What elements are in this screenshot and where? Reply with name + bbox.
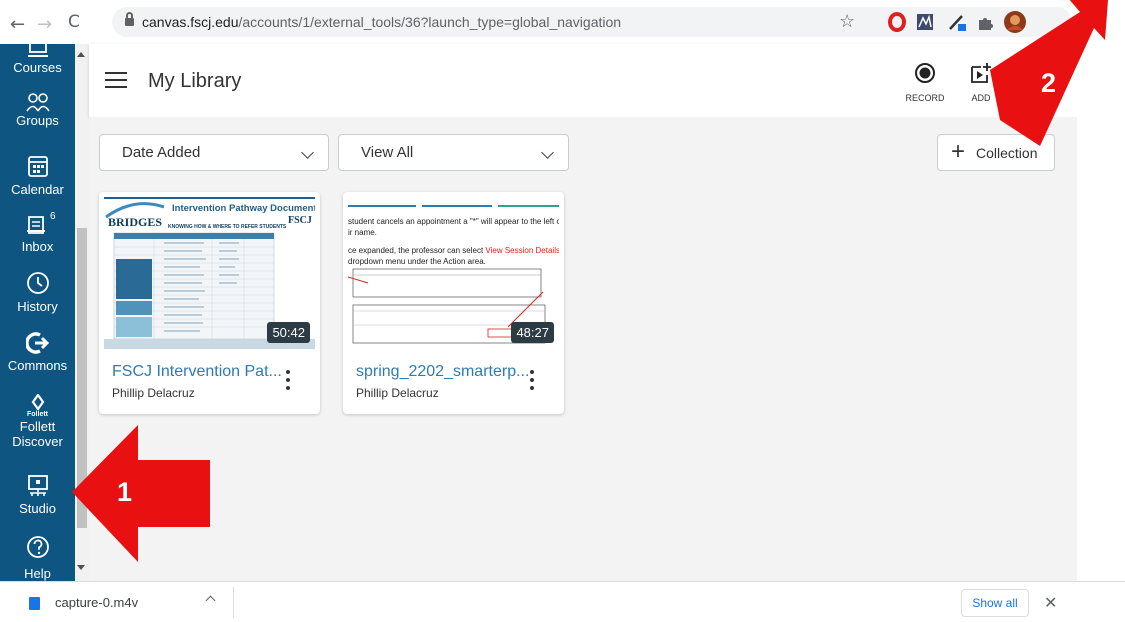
annotation-arrow-1: [72, 425, 210, 562]
annotation-layer: [72, 0, 1108, 562]
callout-number-2: 2: [1041, 68, 1057, 98]
callout-number-1: 1: [117, 477, 133, 507]
